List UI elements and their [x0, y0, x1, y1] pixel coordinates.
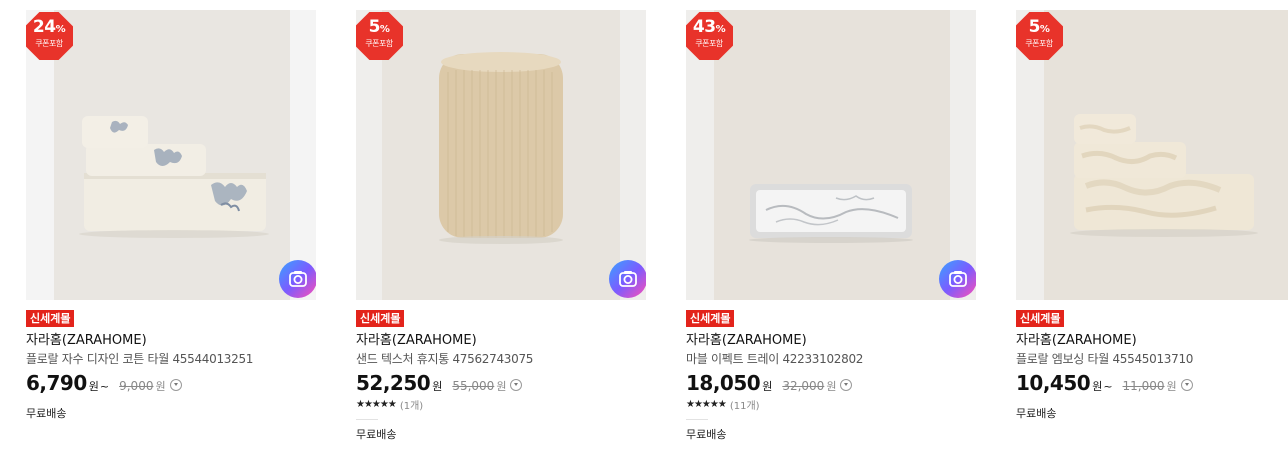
original-price: 11,000: [1122, 379, 1165, 393]
product-image[interactable]: 24% 쿠폰포함: [26, 10, 316, 300]
price-row: 18,050 원 32,000 원: [686, 371, 976, 395]
mall-tag: 신세계몰: [686, 310, 735, 327]
product-name[interactable]: 샌드 텍스처 휴지통 47562743075: [356, 351, 646, 367]
price-info-icon[interactable]: [510, 379, 523, 391]
sale-price: 6,790: [26, 371, 87, 395]
coupon-label: 쿠폰포함: [695, 39, 723, 48]
original-price: 9,000: [119, 379, 154, 393]
price-info-icon[interactable]: [840, 379, 853, 391]
brand-name[interactable]: 자라홈(ZARAHOME): [686, 333, 976, 349]
original-price: 55,000: [452, 379, 495, 393]
camera-icon[interactable]: [939, 260, 976, 298]
review-count: (1개): [399, 401, 424, 412]
marble-tray-image: [686, 10, 976, 300]
product-name[interactable]: 플로랄 엠보싱 타월 45545013710: [1016, 351, 1288, 367]
rating-row[interactable]: ★★★★★ (1개): [356, 397, 646, 412]
product-image[interactable]: 43% 쿠폰포함: [686, 10, 976, 300]
brand-name[interactable]: 자라홈(ZARAHOME): [26, 333, 316, 349]
camera-icon[interactable]: [609, 260, 646, 298]
sale-price: 10,450: [1016, 371, 1091, 395]
shipping-label: 무료배송: [686, 428, 727, 441]
original-price: 32,000: [782, 379, 825, 393]
product-image[interactable]: 5% 쿠폰포함: [356, 10, 646, 300]
price-row: 52,250 원 55,000 원: [356, 371, 646, 395]
product-name[interactable]: 마블 이펙트 트레이 42233102802: [686, 351, 976, 367]
sale-price: 52,250: [356, 371, 431, 395]
sale-price: 18,050: [686, 371, 761, 395]
shipping-label: 무료배송: [1016, 407, 1057, 420]
product-card[interactable]: 5% 쿠폰포함 신세계몰 자라홈(ZARAHOME) 플로랄 엠보싱 타월 45…: [1016, 10, 1288, 421]
brand-name[interactable]: 자라홈(ZARAHOME): [356, 333, 646, 349]
coupon-label: 쿠폰포함: [35, 39, 63, 48]
star-rating: ★★★★★: [356, 399, 397, 410]
coupon-label: 쿠폰포함: [365, 39, 393, 48]
shipping-label: 무료배송: [26, 407, 67, 420]
shipping-label: 무료배송: [356, 428, 397, 441]
divider: [356, 419, 378, 420]
product-card[interactable]: 43% 쿠폰포함 신세계몰 자라홈(ZARAHOME) 마블 이펙트 트레이 4…: [686, 10, 976, 442]
brand-name[interactable]: 자라홈(ZARAHOME): [1016, 333, 1288, 349]
mall-tag: 신세계몰: [26, 310, 75, 327]
wastebasket-image: [356, 10, 646, 300]
camera-icon[interactable]: [279, 260, 316, 298]
product-card[interactable]: 5% 쿠폰포함 신세계몰 자라홈(ZARAHOME) 샌드 텍스처 휴지통 47…: [356, 10, 646, 442]
price-row: 10,450 원 ~ 11,000 원: [1016, 371, 1288, 395]
product-card[interactable]: 24% 쿠폰포함 신세계몰 자라홈(ZARAHOME) 플로랄 자수 디자인 코…: [26, 10, 316, 421]
towel-stack-image: [1016, 10, 1288, 300]
price-row: 6,790 원 ~ 9,000 원: [26, 371, 316, 395]
rating-row[interactable]: ★★★★★ (11개): [686, 397, 976, 412]
towel-stack-image: [26, 10, 316, 300]
mall-tag: 신세계몰: [1016, 310, 1065, 327]
price-info-icon[interactable]: [1180, 379, 1193, 391]
product-name[interactable]: 플로랄 자수 디자인 코튼 타월 45544013251: [26, 351, 316, 367]
coupon-label: 쿠폰포함: [1025, 39, 1053, 48]
price-info-icon[interactable]: [169, 379, 182, 391]
review-count: (11개): [729, 401, 760, 412]
star-rating: ★★★★★: [686, 399, 727, 410]
divider: [686, 419, 708, 420]
mall-tag: 신세계몰: [356, 310, 405, 327]
product-image[interactable]: 5% 쿠폰포함: [1016, 10, 1288, 300]
